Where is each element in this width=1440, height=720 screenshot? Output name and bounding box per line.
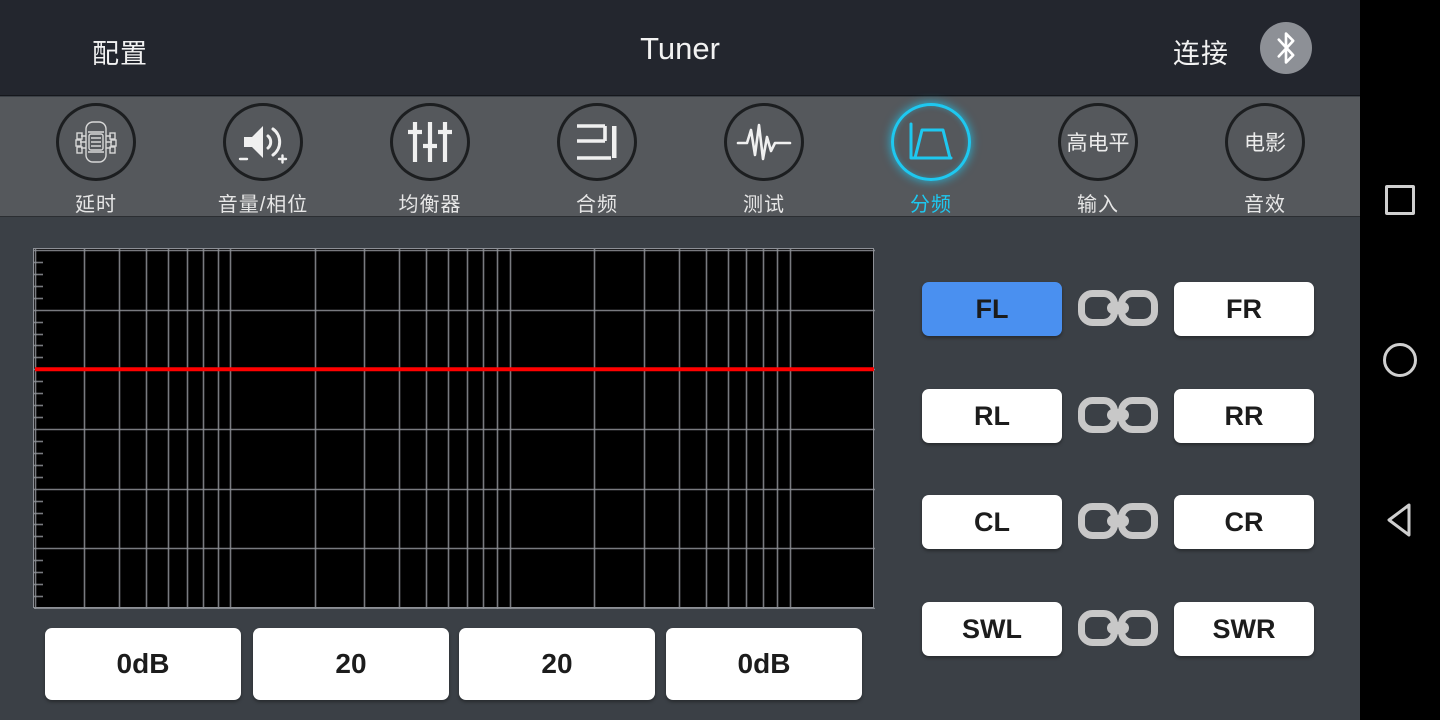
back-button[interactable]: [1360, 480, 1440, 560]
graph-canvas[interactable]: [34, 249, 875, 609]
crossover-response-graph[interactable]: [33, 248, 874, 608]
chain-link-icon: [1076, 605, 1160, 651]
tab-equalizer-label: 均衡器: [399, 188, 462, 217]
car-delay-icon: [71, 116, 121, 168]
chain-link-icon: [1076, 392, 1160, 438]
recents-square-icon: [1385, 185, 1415, 215]
crossover-trapezoid-icon: [905, 120, 957, 164]
tab-mix-circle: [557, 103, 637, 181]
recents-button[interactable]: [1360, 160, 1440, 240]
tab-delay[interactable]: 延时: [11, 97, 181, 217]
high-freq-button[interactable]: 20: [459, 628, 655, 700]
channel-button-swr[interactable]: SWR: [1174, 602, 1314, 656]
tab-mix-label: 合频: [576, 188, 618, 217]
tab-crossover-circle: [891, 103, 971, 181]
tab-input[interactable]: 高电平 输入: [1013, 97, 1183, 217]
speaker-volume-icon: [236, 118, 290, 166]
channel-button-swl[interactable]: SWL: [922, 602, 1062, 656]
mix-bars-icon: [571, 120, 623, 164]
tab-volume-phase-label: 音量/相位: [218, 188, 309, 217]
home-circle-icon: [1383, 343, 1417, 377]
tab-equalizer[interactable]: 均衡器: [345, 97, 515, 217]
tab-effect-label: 音效: [1244, 188, 1286, 217]
tab-mix[interactable]: 合频: [512, 97, 682, 217]
channel-button-fr[interactable]: FR: [1174, 282, 1314, 336]
tab-test[interactable]: 测试: [679, 97, 849, 217]
bluetooth-icon: [1271, 30, 1301, 66]
tab-input-circle: 高电平: [1058, 103, 1138, 181]
high-gain-button[interactable]: 0dB: [666, 628, 862, 700]
channel-button-fl[interactable]: FL: [922, 282, 1062, 336]
tab-delay-circle: [56, 103, 136, 181]
tab-volume-phase[interactable]: 音量/相位: [178, 97, 348, 217]
tab-input-label: 输入: [1077, 188, 1119, 217]
tab-equalizer-circle: [390, 103, 470, 181]
link-toggle-rl-rr[interactable]: [1072, 389, 1164, 441]
connect-button[interactable]: 连接: [1173, 32, 1229, 71]
tab-test-circle: [724, 103, 804, 181]
tab-effect-circle: 电影: [1225, 103, 1305, 181]
app-window: 配置 Tuner 连接: [0, 0, 1360, 720]
channel-button-rl[interactable]: RL: [922, 389, 1062, 443]
link-toggle-fl-fr[interactable]: [1072, 282, 1164, 334]
android-navigation-bar: [1360, 0, 1440, 720]
screen: 配置 Tuner 连接: [0, 0, 1440, 720]
tab-crossover[interactable]: 分频: [846, 97, 1016, 217]
mode-toolbar: 延时 音量/相位: [0, 97, 1360, 217]
tab-test-label: 测试: [743, 188, 785, 217]
low-gain-button[interactable]: 0dB: [45, 628, 241, 700]
channel-button-cr[interactable]: CR: [1174, 495, 1314, 549]
tab-input-icon-text: 高电平: [1067, 127, 1130, 157]
link-toggle-cl-cr[interactable]: [1072, 495, 1164, 547]
home-button[interactable]: [1360, 320, 1440, 400]
low-freq-button[interactable]: 20: [253, 628, 449, 700]
app-header: 配置 Tuner 连接: [0, 0, 1360, 96]
waveform-icon: [736, 122, 792, 162]
back-triangle-icon: [1382, 501, 1418, 539]
channel-button-cl[interactable]: CL: [922, 495, 1062, 549]
tab-effect-icon-text: 电影: [1244, 127, 1286, 157]
equalizer-sliders-icon: [405, 119, 455, 165]
tab-delay-label: 延时: [75, 188, 117, 217]
tab-volume-phase-circle: [223, 103, 303, 181]
tab-effect[interactable]: 电影 音效: [1180, 97, 1350, 217]
chain-link-icon: [1076, 498, 1160, 544]
link-toggle-swl-swr[interactable]: [1072, 602, 1164, 654]
bluetooth-button[interactable]: [1260, 22, 1312, 74]
chain-link-icon: [1076, 285, 1160, 331]
tab-crossover-label: 分频: [910, 188, 952, 217]
channel-button-rr[interactable]: RR: [1174, 389, 1314, 443]
page-title: Tuner: [0, 31, 1360, 67]
